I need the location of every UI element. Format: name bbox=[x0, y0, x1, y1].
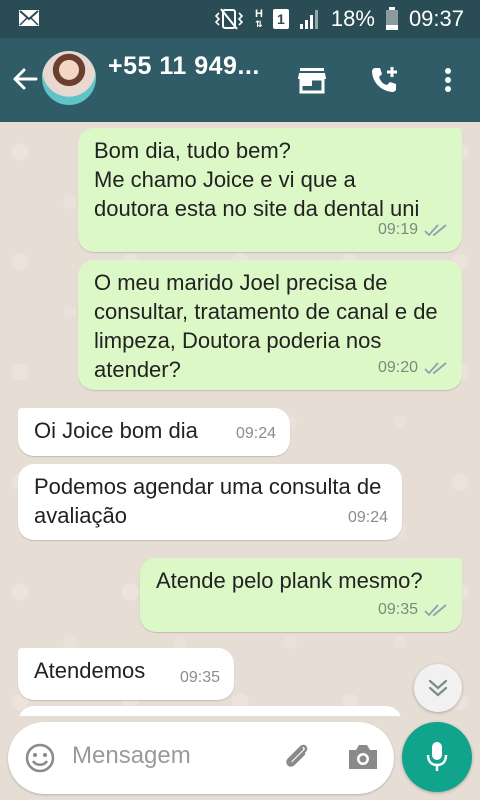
message-time: 09:35 bbox=[377, 601, 418, 618]
store-icon[interactable] bbox=[296, 64, 328, 96]
message-meta: 09:35 bbox=[180, 663, 220, 692]
emoji-icon[interactable] bbox=[24, 742, 56, 774]
message-text: Podemos agendar uma consulta de avaliaçã… bbox=[34, 474, 382, 528]
message-incoming[interactable]: Atendemos 09:35 bbox=[18, 648, 234, 700]
message-text: Atende pelo plank mesmo? bbox=[156, 568, 423, 593]
chevron-down-icon bbox=[428, 679, 448, 697]
attachment-icon[interactable] bbox=[280, 740, 314, 774]
message-meta: 09:24 bbox=[236, 419, 276, 448]
voice-record-button[interactable] bbox=[402, 722, 472, 792]
message-incoming[interactable]: Oi Joice bom dia 09:24 bbox=[18, 408, 290, 456]
status-bar: H ⇅ 1 18% 09:37 bbox=[0, 0, 480, 38]
battery-icon bbox=[385, 7, 398, 30]
message-time: 09:24 bbox=[235, 425, 276, 442]
message-meta: 09:35 bbox=[378, 595, 448, 624]
sim-slot-badge: 1 bbox=[272, 9, 289, 29]
message-time: 09:35 bbox=[179, 669, 220, 686]
message-outgoing[interactable]: O meu marido Joel precisa de consultar, … bbox=[78, 260, 462, 390]
message-composer[interactable]: Mensagem bbox=[8, 722, 394, 794]
message-incoming-partial[interactable] bbox=[18, 706, 402, 716]
signal-strength-icon bbox=[299, 10, 318, 29]
double-check-icon bbox=[424, 603, 447, 616]
back-arrow-icon[interactable] bbox=[10, 64, 40, 94]
message-list[interactable]: Bom dia, tudo bem? Me chamo Joice e vi q… bbox=[0, 122, 480, 716]
battery-percentage: 18% bbox=[330, 6, 375, 31]
message-meta: 09:20 bbox=[378, 353, 448, 382]
message-meta: 09:24 bbox=[348, 503, 388, 532]
message-input[interactable]: Mensagem bbox=[72, 742, 191, 770]
message-outgoing[interactable]: Atende pelo plank mesmo? 09:35 bbox=[140, 558, 462, 632]
data-arrows-icon: ⇅ bbox=[255, 19, 263, 29]
message-text: Bom dia, tudo bem? Me chamo Joice e vi q… bbox=[94, 138, 420, 221]
add-call-icon[interactable] bbox=[368, 64, 400, 96]
contact-name[interactable]: +55 11 949... bbox=[108, 52, 260, 81]
vibrate-icon bbox=[214, 8, 244, 30]
contact-avatar[interactable] bbox=[42, 51, 96, 105]
message-time: 09:24 bbox=[347, 509, 388, 526]
microphone-icon bbox=[426, 742, 448, 771]
scroll-to-bottom-button[interactable] bbox=[414, 664, 462, 712]
camera-icon[interactable] bbox=[346, 742, 380, 772]
message-outgoing[interactable]: Bom dia, tudo bem? Me chamo Joice e vi q… bbox=[78, 128, 462, 252]
double-check-icon bbox=[424, 361, 447, 374]
more-vert-icon[interactable] bbox=[432, 64, 464, 96]
double-check-icon bbox=[424, 223, 447, 236]
message-time: 09:19 bbox=[377, 221, 418, 238]
chat-header: +55 11 949... bbox=[0, 38, 480, 122]
mail-notification-icon bbox=[19, 10, 39, 26]
clock: 09:37 bbox=[408, 6, 464, 31]
network-type-label: H bbox=[254, 8, 263, 20]
message-meta: 09:19 bbox=[378, 215, 448, 244]
message-time: 09:20 bbox=[377, 359, 418, 376]
message-incoming[interactable]: Podemos agendar uma consulta de avaliaçã… bbox=[18, 464, 402, 540]
